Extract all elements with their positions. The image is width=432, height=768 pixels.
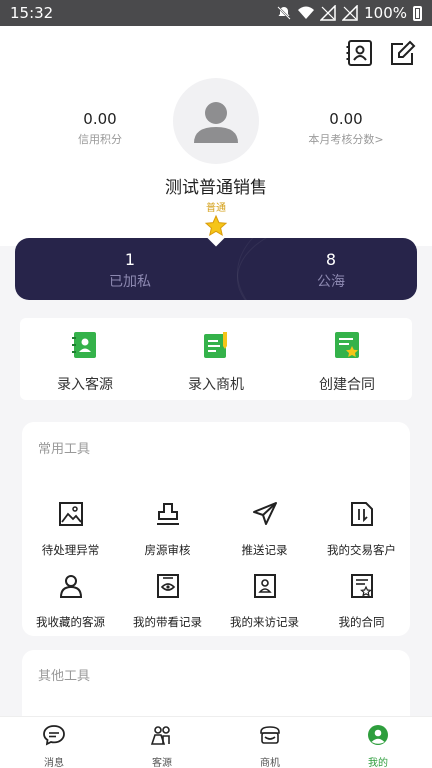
summary-card: 1 已加私 8 公海 bbox=[15, 238, 417, 300]
star-icon bbox=[204, 214, 228, 237]
tab-label: 商机 bbox=[260, 758, 280, 768]
private-customers[interactable]: 1 已加私 bbox=[70, 250, 190, 291]
image-frame-icon bbox=[58, 502, 83, 526]
assessment-score[interactable]: 0.00 本月考核分数> bbox=[286, 110, 406, 147]
visitor-card-icon bbox=[253, 574, 276, 598]
tab-opportunities[interactable]: 商机 bbox=[216, 723, 324, 768]
common-tools-card: 常用工具 待处理异常 房源审核 推送记录 我的交易客户 我收藏的客源 我的带看记… bbox=[22, 422, 410, 636]
tool-label: 我的交易客户 bbox=[327, 543, 396, 557]
add-opportunity-label: 录入商机 bbox=[188, 377, 244, 393]
tab-label: 我的 bbox=[368, 758, 388, 768]
tool-label: 房源审核 bbox=[144, 543, 191, 557]
tool-pending-exceptions[interactable]: 待处理异常 bbox=[22, 500, 119, 558]
customer-book-icon bbox=[72, 332, 96, 358]
tool-label: 我的合同 bbox=[338, 615, 385, 629]
user-name: 测试普通销售 bbox=[165, 178, 267, 198]
create-contract-label: 创建合同 bbox=[319, 377, 375, 393]
credit-score-label: 信用积分 bbox=[78, 133, 122, 146]
common-tools-title: 常用工具 bbox=[38, 442, 91, 457]
other-tools-title: 其他工具 bbox=[38, 669, 91, 684]
avatar[interactable] bbox=[173, 78, 259, 164]
private-label: 已加私 bbox=[109, 274, 151, 290]
store-icon bbox=[260, 726, 280, 744]
profile-icon bbox=[368, 725, 388, 745]
tool-label: 待处理异常 bbox=[41, 543, 100, 557]
tool-label: 我的来访记录 bbox=[230, 615, 299, 629]
eye-document-icon bbox=[156, 574, 179, 598]
no-signal-icon-2 bbox=[342, 5, 358, 21]
mute-icon bbox=[277, 6, 291, 20]
add-opportunity-button[interactable]: 录入商机 bbox=[151, 330, 281, 394]
tab-messages[interactable]: 消息 bbox=[0, 723, 108, 768]
opportunity-note-icon bbox=[204, 332, 227, 358]
status-icons: 100% bbox=[276, 4, 422, 22]
tool-my-viewing-records[interactable]: 我的带看记录 bbox=[119, 572, 216, 630]
assessment-score-label[interactable]: 本月考核分数> bbox=[286, 131, 406, 147]
public-count: 8 bbox=[325, 250, 337, 269]
battery-percent: 100% bbox=[364, 4, 407, 22]
status-bar: 15:32 100% bbox=[0, 0, 432, 26]
tab-label: 客源 bbox=[152, 758, 172, 768]
tool-label: 我的带看记录 bbox=[133, 615, 202, 629]
send-icon bbox=[252, 502, 277, 525]
tool-label: 我收藏的客源 bbox=[36, 615, 105, 629]
tool-my-trade-customers[interactable]: 我的交易客户 bbox=[313, 500, 410, 558]
user-avatar-icon bbox=[194, 102, 238, 143]
status-time: 15:32 bbox=[10, 4, 54, 22]
people-icon bbox=[150, 726, 170, 745]
credit-score-value: 0.00 bbox=[83, 110, 117, 128]
contact-card-icon[interactable] bbox=[345, 38, 375, 68]
credit-score: 0.00 信用积分 bbox=[40, 110, 160, 147]
create-contract-button[interactable]: 创建合同 bbox=[282, 330, 412, 394]
card-notch bbox=[207, 238, 225, 247]
user-icon bbox=[59, 575, 82, 598]
tool-my-visit-records[interactable]: 我的来访记录 bbox=[216, 572, 313, 630]
battery-icon bbox=[413, 5, 422, 21]
edit-icon[interactable] bbox=[388, 38, 418, 68]
add-customer-label: 录入客源 bbox=[57, 377, 113, 393]
user-level: 普通 bbox=[206, 203, 226, 214]
trade-document-icon bbox=[350, 502, 373, 526]
public-pool[interactable]: 8 公海 bbox=[271, 250, 391, 291]
public-label: 公海 bbox=[317, 274, 345, 290]
bottom-tab-bar: 消息 客源 商机 我的 bbox=[0, 716, 432, 768]
assessment-score-value: 0.00 bbox=[329, 110, 363, 128]
tool-favorite-customers[interactable]: 我收藏的客源 bbox=[22, 572, 119, 630]
quick-actions: 录入客源 录入商机 创建合同 bbox=[20, 318, 412, 400]
add-customer-button[interactable]: 录入客源 bbox=[20, 330, 150, 394]
tool-label: 推送记录 bbox=[241, 543, 288, 557]
contract-icon bbox=[335, 332, 359, 358]
tool-push-records[interactable]: 推送记录 bbox=[216, 500, 313, 558]
stamp-icon bbox=[156, 503, 179, 525]
tool-property-review[interactable]: 房源审核 bbox=[119, 500, 216, 558]
chat-icon bbox=[43, 725, 65, 746]
no-signal-icon bbox=[320, 5, 336, 21]
wifi-icon bbox=[298, 6, 315, 19]
contract-star-icon bbox=[350, 574, 373, 598]
tab-label: 消息 bbox=[44, 758, 64, 768]
tab-me[interactable]: 我的 bbox=[324, 723, 432, 768]
private-count: 1 bbox=[124, 250, 136, 269]
tool-my-contracts[interactable]: 我的合同 bbox=[313, 572, 410, 630]
tab-customers[interactable]: 客源 bbox=[108, 723, 216, 768]
